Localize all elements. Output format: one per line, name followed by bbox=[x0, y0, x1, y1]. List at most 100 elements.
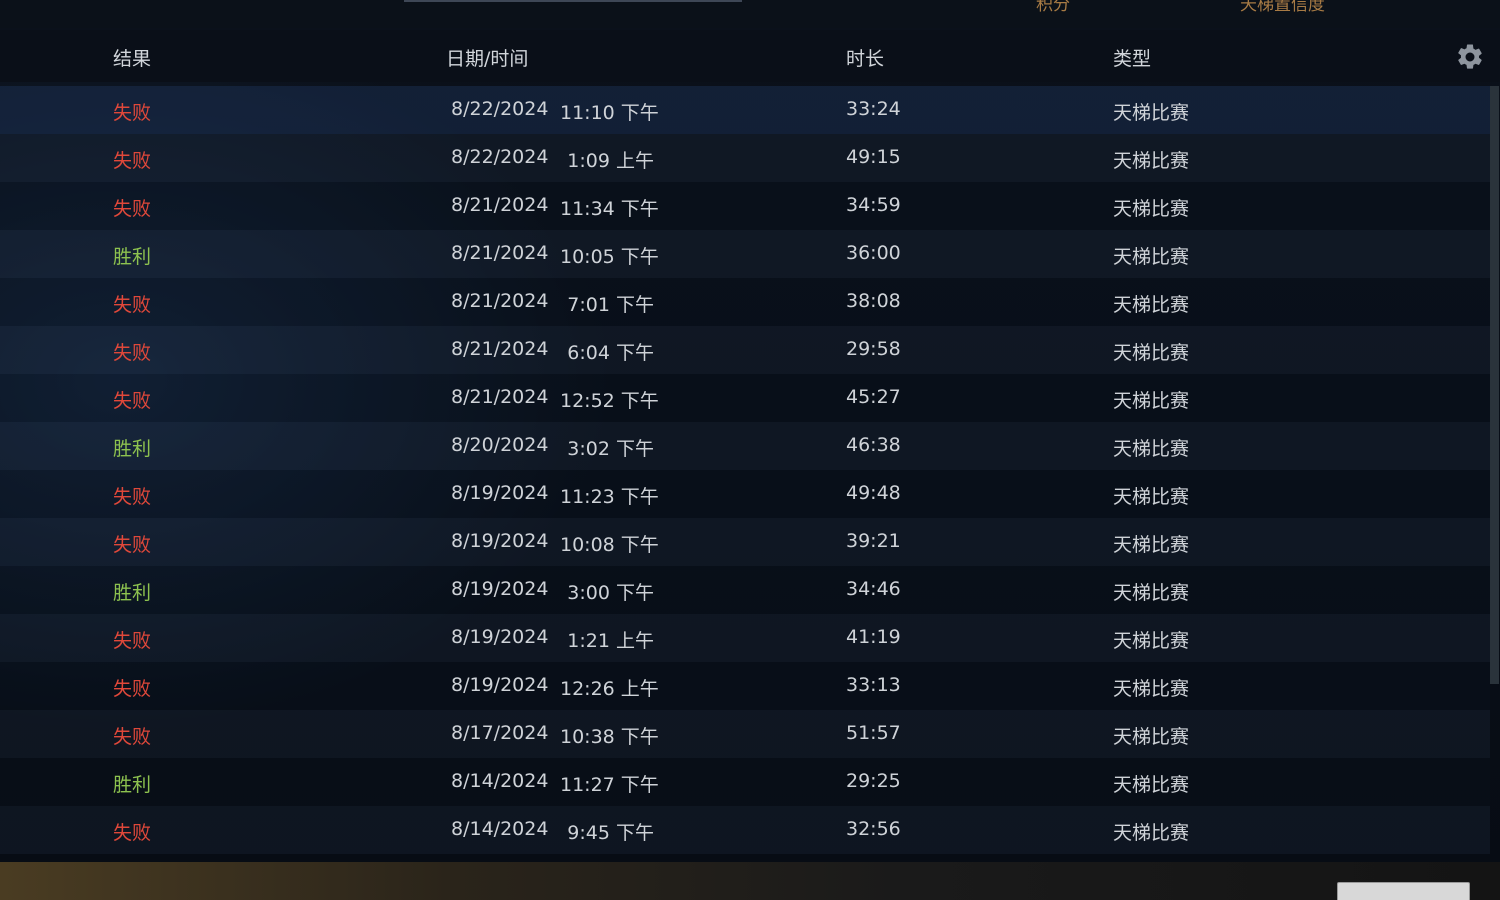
result-cell: 失败 bbox=[113, 678, 152, 700]
tab-points[interactable]: 积分 bbox=[1036, 0, 1070, 15]
result-cell: 胜利 bbox=[113, 582, 152, 604]
result-cell: 胜利 bbox=[113, 246, 152, 268]
duration-cell: 49:15 bbox=[846, 146, 901, 168]
type-cell: 天梯比赛 bbox=[1113, 294, 1190, 316]
date-cell: 8/19/2024 bbox=[451, 674, 549, 696]
bottom-banner bbox=[0, 862, 1500, 900]
date-cell: 8/21/2024 bbox=[451, 242, 549, 264]
type-cell: 天梯比赛 bbox=[1113, 102, 1190, 124]
type-cell: 天梯比赛 bbox=[1113, 774, 1190, 796]
duration-cell: 49:48 bbox=[846, 482, 901, 504]
table-row[interactable]: 失败 8/14/2024 9:45 下午 32:56 天梯比赛 bbox=[0, 806, 1490, 854]
result-cell: 失败 bbox=[113, 630, 152, 652]
table-row[interactable]: 胜利 8/19/2024 3:00 下午 34:46 天梯比赛 bbox=[0, 566, 1490, 614]
table-row[interactable]: 失败 8/22/2024 1:09 上午 49:15 天梯比赛 bbox=[0, 134, 1490, 182]
active-tab-underline bbox=[404, 0, 742, 2]
table-row[interactable]: 失败 8/19/2024 10:08 下午 39:21 天梯比赛 bbox=[0, 518, 1490, 566]
time-cell: 3:00 下午 bbox=[567, 582, 654, 604]
type-cell: 天梯比赛 bbox=[1113, 726, 1190, 748]
time-cell: 12:26 上午 bbox=[560, 678, 659, 700]
duration-cell: 41:19 bbox=[846, 626, 901, 648]
type-cell: 天梯比赛 bbox=[1113, 630, 1190, 652]
table-row[interactable]: 失败 8/19/2024 11:23 下午 49:48 天梯比赛 bbox=[0, 470, 1490, 518]
type-cell: 天梯比赛 bbox=[1113, 822, 1190, 844]
gear-icon[interactable] bbox=[1455, 42, 1485, 72]
time-cell: 11:27 下午 bbox=[560, 774, 659, 796]
time-cell: 10:38 下午 bbox=[560, 726, 659, 748]
table-row[interactable]: 失败 8/21/2024 12:52 下午 45:27 天梯比赛 bbox=[0, 374, 1490, 422]
duration-cell: 39:21 bbox=[846, 530, 901, 552]
date-cell: 8/14/2024 bbox=[451, 818, 549, 840]
duration-cell: 32:56 bbox=[846, 818, 901, 840]
date-cell: 8/21/2024 bbox=[451, 290, 549, 312]
date-cell: 8/20/2024 bbox=[451, 434, 549, 456]
duration-cell: 45:27 bbox=[846, 386, 901, 408]
time-cell: 9:45 下午 bbox=[567, 822, 654, 844]
type-cell: 天梯比赛 bbox=[1113, 198, 1190, 220]
time-cell: 1:09 上午 bbox=[567, 150, 654, 172]
date-cell: 8/22/2024 bbox=[451, 98, 549, 120]
result-cell: 失败 bbox=[113, 198, 152, 220]
header-duration[interactable]: 时长 bbox=[846, 44, 884, 71]
type-cell: 天梯比赛 bbox=[1113, 534, 1190, 556]
result-cell: 胜利 bbox=[113, 438, 152, 460]
result-cell: 失败 bbox=[113, 726, 152, 748]
date-cell: 8/21/2024 bbox=[451, 338, 549, 360]
table-row[interactable]: 失败 8/21/2024 11:34 下午 34:59 天梯比赛 bbox=[0, 182, 1490, 230]
result-cell: 失败 bbox=[113, 294, 152, 316]
date-cell: 8/19/2024 bbox=[451, 482, 549, 504]
duration-cell: 34:46 bbox=[846, 578, 901, 600]
time-cell: 7:01 下午 bbox=[567, 294, 654, 316]
duration-cell: 38:08 bbox=[846, 290, 901, 312]
date-cell: 8/19/2024 bbox=[451, 578, 549, 600]
result-cell: 失败 bbox=[113, 102, 152, 124]
bottom-action-button[interactable] bbox=[1337, 882, 1470, 900]
time-cell: 3:02 下午 bbox=[567, 438, 654, 460]
duration-cell: 33:13 bbox=[846, 674, 901, 696]
tab-ladder-confidence[interactable]: 天梯置信度 bbox=[1240, 0, 1325, 15]
table-row[interactable]: 失败 8/22/2024 11:10 下午 33:24 天梯比赛 bbox=[0, 86, 1490, 134]
header-datetime[interactable]: 日期/时间 bbox=[446, 44, 528, 71]
top-tab-strip: 积分 天梯置信度 bbox=[0, 0, 1500, 28]
date-cell: 8/21/2024 bbox=[451, 386, 549, 408]
table-row[interactable]: 胜利 8/14/2024 11:27 下午 29:25 天梯比赛 bbox=[0, 758, 1490, 806]
time-cell: 6:04 下午 bbox=[567, 342, 654, 364]
table-row[interactable]: 胜利 8/21/2024 10:05 下午 36:00 天梯比赛 bbox=[0, 230, 1490, 278]
table-row[interactable]: 胜利 8/20/2024 3:02 下午 46:38 天梯比赛 bbox=[0, 422, 1490, 470]
time-cell: 10:08 下午 bbox=[560, 534, 659, 556]
result-cell: 失败 bbox=[113, 150, 152, 172]
duration-cell: 34:59 bbox=[846, 194, 901, 216]
header-type[interactable]: 类型 bbox=[1113, 44, 1151, 71]
type-cell: 天梯比赛 bbox=[1113, 150, 1190, 172]
type-cell: 天梯比赛 bbox=[1113, 342, 1190, 364]
result-cell: 失败 bbox=[113, 342, 152, 364]
date-cell: 8/19/2024 bbox=[451, 626, 549, 648]
type-cell: 天梯比赛 bbox=[1113, 486, 1190, 508]
table-row[interactable]: 失败 8/21/2024 6:04 下午 29:58 天梯比赛 bbox=[0, 326, 1490, 374]
time-cell: 11:34 下午 bbox=[560, 198, 659, 220]
type-cell: 天梯比赛 bbox=[1113, 582, 1190, 604]
duration-cell: 33:24 bbox=[846, 98, 901, 120]
type-cell: 天梯比赛 bbox=[1113, 438, 1190, 460]
time-cell: 11:23 下午 bbox=[560, 486, 659, 508]
time-cell: 1:21 上午 bbox=[567, 630, 654, 652]
header-result[interactable]: 结果 bbox=[113, 44, 151, 71]
date-cell: 8/19/2024 bbox=[451, 530, 549, 552]
result-cell: 失败 bbox=[113, 534, 152, 556]
result-cell: 失败 bbox=[113, 486, 152, 508]
scrollbar[interactable] bbox=[1490, 86, 1499, 684]
result-cell: 失败 bbox=[113, 390, 152, 412]
table-header: 结果 日期/时间 时长 类型 bbox=[0, 30, 1500, 82]
result-cell: 胜利 bbox=[113, 774, 152, 796]
duration-cell: 46:38 bbox=[846, 434, 901, 456]
table-row[interactable]: 失败 8/21/2024 7:01 下午 38:08 天梯比赛 bbox=[0, 278, 1490, 326]
type-cell: 天梯比赛 bbox=[1113, 678, 1190, 700]
duration-cell: 29:58 bbox=[846, 338, 901, 360]
match-history-table: 失败 8/22/2024 11:10 下午 33:24 天梯比赛 失败 8/22/2024 1… bbox=[0, 86, 1490, 854]
table-row[interactable]: 失败 8/19/2024 12:26 上午 33:13 天梯比赛 bbox=[0, 662, 1490, 710]
duration-cell: 51:57 bbox=[846, 722, 901, 744]
time-cell: 11:10 下午 bbox=[560, 102, 659, 124]
table-row[interactable]: 失败 8/19/2024 1:21 上午 41:19 天梯比赛 bbox=[0, 614, 1490, 662]
duration-cell: 36:00 bbox=[846, 242, 901, 264]
table-row[interactable]: 失败 8/17/2024 10:38 下午 51:57 天梯比赛 bbox=[0, 710, 1490, 758]
